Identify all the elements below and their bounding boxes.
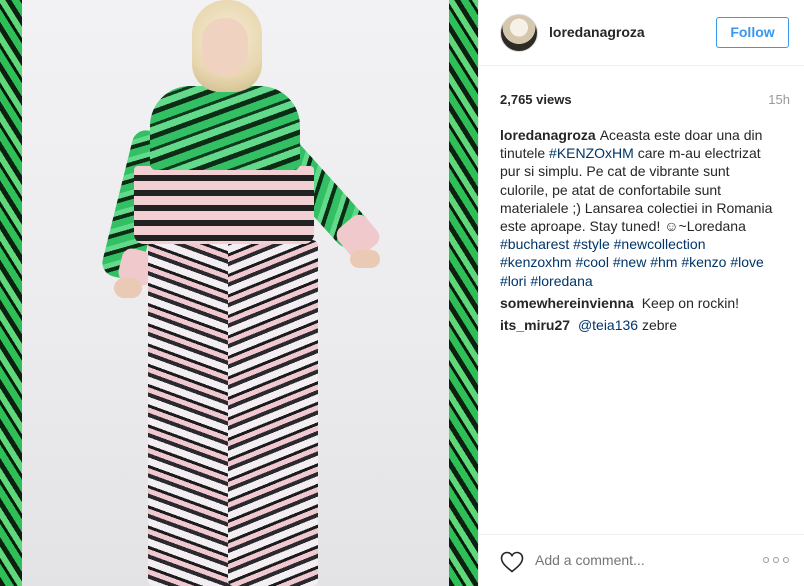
avatar[interactable]: [500, 14, 538, 52]
caption-line: loredanagroza Aceasta este doar una din: [500, 126, 786, 144]
comment-username[interactable]: its_miru27: [500, 317, 570, 333]
comments-list: loredanagroza Aceasta este doar una din t…: [500, 126, 786, 338]
hashtag-link[interactable]: #love: [730, 254, 763, 270]
figure-hand-right: [350, 250, 380, 268]
caption-line: materialele ;) Lansarea colectiei in Rom…: [500, 199, 773, 216]
comment-mention[interactable]: @teia136: [578, 317, 638, 333]
comment-footer: [479, 534, 804, 586]
post-photo: [22, 0, 449, 586]
header-username[interactable]: loredanagroza: [549, 24, 645, 40]
post-side-panel: loredanagroza Follow 2,765 views 15h lor…: [478, 0, 804, 586]
caption-line: pur si simplu. Pe cat de vibrante sunt: [500, 163, 730, 180]
hashtag-link[interactable]: #style: [573, 236, 610, 252]
post-time[interactable]: 15h: [768, 92, 790, 107]
caption-text: care m-au electrizat: [637, 145, 761, 162]
figure-hand-left: [114, 278, 142, 298]
hashtag-line: #bucharest #style #newcollection: [500, 235, 786, 253]
caption-username[interactable]: loredanagroza: [500, 127, 596, 143]
hashtag-link[interactable]: #lori: [500, 273, 526, 289]
hashtag-line: #lori #loredana: [500, 272, 786, 290]
caption-line: culorile, pe atat de confortabile sunt: [500, 181, 722, 198]
hashtag-link[interactable]: #loredana: [530, 273, 592, 289]
figure-pants-left: [148, 240, 236, 586]
zebra-border-left: [0, 0, 22, 586]
figure-pants-right: [228, 240, 318, 586]
hashtag-link[interactable]: #kenzo: [681, 254, 726, 270]
post-stats: 2,765 views 15h: [500, 92, 790, 110]
hashtag-link[interactable]: #kenzoxhm: [500, 254, 572, 270]
comment-text: zebre: [641, 317, 678, 334]
caption: loredanagroza Aceasta este doar una din t…: [500, 126, 786, 290]
caption-text: Aceasta este doar una din: [599, 127, 763, 143]
hashtag-line: #kenzoxhm #cool #new #hm #kenzo #love: [500, 253, 786, 271]
figure-peplum: [134, 166, 314, 244]
more-options-icon[interactable]: [763, 557, 789, 565]
comment-item: somewhereinvienna Keep on rockin!: [500, 294, 786, 312]
comment-item: its_miru27 @teia136 zebre: [500, 316, 786, 334]
dot-icon: [763, 557, 769, 563]
follow-button[interactable]: Follow: [716, 17, 789, 48]
dot-icon: [783, 557, 789, 563]
view-count[interactable]: 2,765 views: [500, 92, 572, 107]
hashtag-link[interactable]: #newcollection: [614, 236, 706, 252]
hashtag-link[interactable]: #KENZOxHM: [549, 145, 634, 161]
caption-line: tinutele #KENZOxHM care m-au electrizat: [500, 144, 786, 162]
figure-top: [150, 86, 300, 170]
hashtag-link[interactable]: #cool: [575, 254, 608, 270]
caption-line: este aproape. Stay tuned! ☺~Loredana: [500, 218, 746, 235]
post-media[interactable]: [0, 0, 478, 586]
comment-text: Keep on rockin!: [641, 294, 740, 311]
comment-username[interactable]: somewhereinvienna: [500, 295, 634, 311]
add-comment-input[interactable]: [535, 552, 725, 568]
dot-icon: [773, 557, 779, 563]
caption-text: tinutele: [500, 145, 546, 162]
zebra-border-right: [449, 0, 478, 586]
post-header: loredanagroza Follow: [479, 0, 804, 66]
heart-icon[interactable]: [500, 551, 524, 573]
hashtag-link[interactable]: #new: [613, 254, 646, 270]
hashtag-link[interactable]: #hm: [650, 254, 677, 270]
hashtag-link[interactable]: #bucharest: [500, 236, 569, 252]
figure-face: [202, 18, 248, 76]
